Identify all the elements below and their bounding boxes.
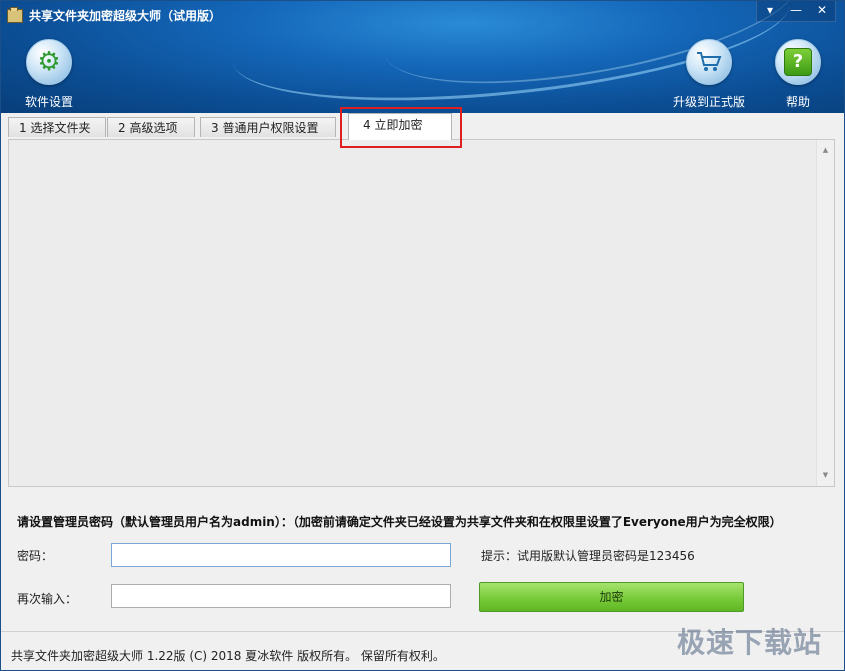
window-title: 共享文件夹加密超级大师（试用版） [29,9,222,23]
window-controls: ▾ — ✕ [756,1,836,22]
status-bar-text: 共享文件夹加密超级大师 1.22版 (C) 2018 夏冰软件 版权所有。 保留… [11,649,445,663]
vertical-scrollbar[interactable]: ▲ ▼ [816,140,834,486]
watermark-logo: 极速下载站 [676,626,822,659]
header-banner: 共享文件夹加密超级大师（试用版） ▾ — ✕ ⚙ 软件设置 升级到正式版 ? 帮… [1,1,844,113]
cart-icon [686,39,732,85]
confirm-password-input[interactable] [111,584,451,608]
menu-dropdown-icon[interactable]: ▾ [757,1,783,19]
scroll-up-icon[interactable]: ▲ [817,142,834,159]
software-settings-button[interactable]: ⚙ 软件设置 [4,39,94,110]
folder-list-panel: ▲ ▼ [8,139,835,487]
title-bar: 共享文件夹加密超级大师（试用版） ▾ — ✕ [1,1,844,29]
close-icon[interactable]: ✕ [809,1,835,19]
help-label: 帮助 [785,95,810,109]
password-label: 密码： [17,549,54,563]
help-question-mark: ? [784,48,812,76]
confirm-password-label: 再次输入： [17,592,78,606]
tab-encrypt-now[interactable]: 4 立即加密 [348,113,452,140]
default-password-hint: 提示：试用版默认管理员密码是123456 [481,549,695,563]
tab-bar: 1 选择文件夹 2 高级选项 3 普通用户权限设置 4 立即加密 [1,113,844,140]
minimize-icon[interactable]: — [783,1,809,19]
upgrade-label: 升级到正式版 [672,95,745,109]
scroll-down-icon[interactable]: ▼ [817,467,834,484]
tab-user-permissions[interactable]: 3 普通用户权限设置 [200,117,336,137]
encrypt-button[interactable]: 加密 [479,582,744,612]
app-window: 共享文件夹加密超级大师（试用版） ▾ — ✕ ⚙ 软件设置 升级到正式版 ? 帮… [0,0,845,671]
gear-icon: ⚙ [26,39,72,85]
upgrade-button[interactable]: 升级到正式版 [664,39,754,110]
help-icon: ? [775,39,821,85]
app-folder-icon [7,7,23,23]
password-input[interactable] [111,543,451,567]
tab-select-folder[interactable]: 1 选择文件夹 [8,117,106,137]
software-settings-label: 软件设置 [24,95,73,109]
help-button[interactable]: ? 帮助 [753,39,843,110]
password-prompt: 请设置管理员密码（默认管理员用户名为admin）：（加密前请确定文件夹已经设置为… [17,515,782,529]
tab-advanced-options[interactable]: 2 高级选项 [107,117,195,137]
